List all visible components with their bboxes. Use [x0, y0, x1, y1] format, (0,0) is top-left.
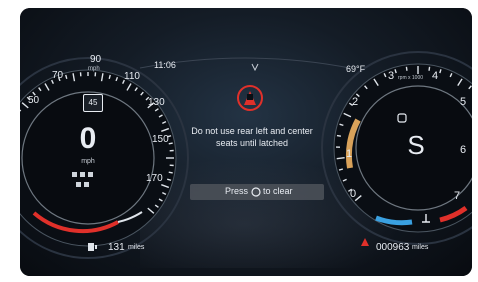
warning-message-line1: Do not use rear left and center [191, 126, 313, 136]
seat-warning-icon [237, 85, 263, 111]
speed-tick-50: 50 [28, 95, 40, 106]
tach-tick-2: 2 [352, 96, 359, 108]
speed-tick-90: 90 [90, 54, 102, 65]
range-value: 131 [108, 242, 125, 253]
current-speed: 0 [79, 122, 97, 155]
tach-tick-0: 0 [350, 188, 357, 200]
odometer-value: 000963 [376, 242, 410, 253]
dial-tick [428, 66, 431, 71]
warning-message-line2: seats until latched [215, 138, 289, 148]
speed-tick-170: 170 [146, 173, 163, 184]
clear-prefix: Press [225, 186, 249, 196]
tach-tick-4: 4 [432, 70, 439, 82]
dial-tick [336, 134, 342, 137]
speed-unit-top: mph [88, 66, 100, 72]
speed-tick-150: 150 [152, 134, 169, 145]
dial-tick [168, 142, 173, 145]
speedometer-dial [20, 57, 189, 259]
tach-tick-3: 3 [388, 70, 395, 82]
warning-triangle-icon [361, 238, 369, 246]
clock-time: 11:06 [154, 60, 176, 70]
speed-tick-110: 110 [124, 71, 140, 82]
tach-tick-7: 7 [454, 190, 461, 202]
clear-message-bar[interactable] [190, 184, 324, 200]
instrument-cluster: 11:06 69°F 50 70 90 mph 110 130 150 170 … [20, 8, 472, 276]
speed-limit-sign: 45 [83, 94, 103, 112]
dial-tick [405, 66, 408, 71]
tach-tick-1: 1 [346, 148, 353, 160]
dashboard-photo: 11:06 69°F 50 70 90 mph 110 130 150 170 … [0, 0, 478, 282]
odometer-unit: miles [412, 244, 429, 251]
dial-tick [168, 171, 173, 174]
current-speed-unit: mph [81, 158, 95, 165]
gear-indicator: S [407, 130, 425, 160]
tachometer-dial [321, 51, 472, 245]
tach-tick-6: 6 [460, 144, 467, 156]
tach-tick-5: 5 [460, 96, 467, 108]
clear-suffix: to clear [263, 186, 293, 196]
tach-unit: rpm x 1000 [398, 75, 424, 81]
speed-tick-130: 130 [148, 97, 165, 108]
top-marker-icon [251, 63, 259, 72]
range-unit: miles [128, 244, 145, 251]
outside-temperature: 69°F [346, 64, 366, 74]
speed-tick-70: 70 [52, 70, 64, 81]
